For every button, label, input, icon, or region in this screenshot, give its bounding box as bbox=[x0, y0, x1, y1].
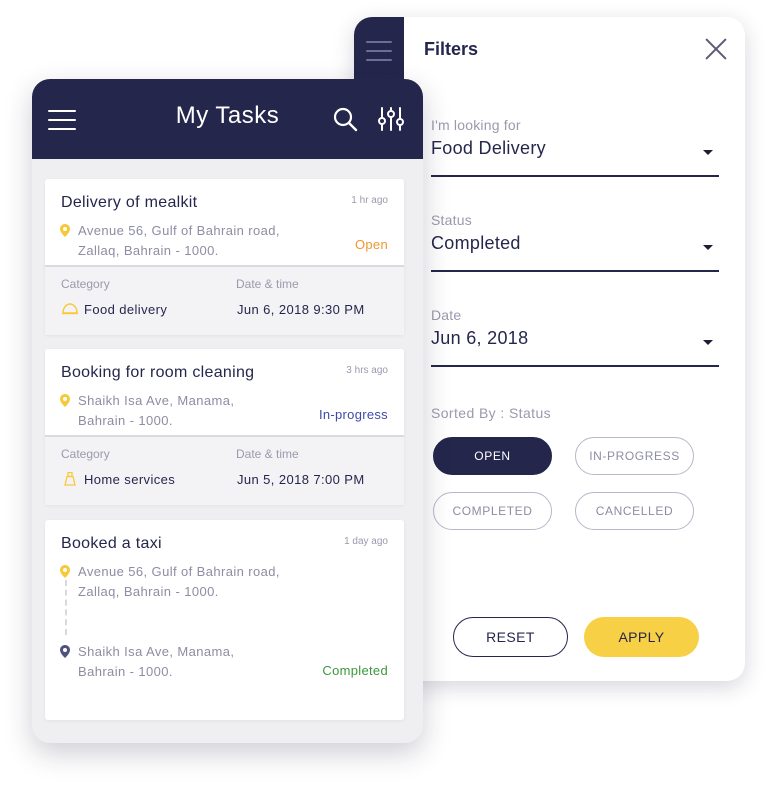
date-value: Jun 6, 2018 bbox=[431, 328, 529, 348]
task-footer: Category Date & time Food delivery Jun 6… bbox=[45, 267, 404, 335]
status-badge: In-progress bbox=[318, 407, 388, 422]
category-label: Category bbox=[61, 447, 110, 461]
location-pin-icon bbox=[60, 394, 70, 407]
task-title: Booking for room cleaning bbox=[61, 364, 255, 381]
category-value: Food delivery bbox=[84, 302, 168, 317]
datetime-value: Jun 6, 2018 9:30 PM bbox=[237, 302, 365, 317]
status-value: Completed bbox=[431, 233, 521, 253]
looking-for-label: I'm looking for bbox=[431, 117, 521, 133]
looking-for-dropdown[interactable]: I'm looking for Food Delivery bbox=[431, 117, 719, 177]
tasks-panel: My Tasks Delivery of mealkit 1 hr ago Av… bbox=[32, 79, 423, 743]
task-time: 3 hrs ago bbox=[346, 365, 388, 376]
status-label: Status bbox=[431, 212, 472, 228]
pickup-address-line: Zallaq, Bahrain - 1000. bbox=[78, 584, 219, 599]
location-pin-icon bbox=[60, 565, 70, 578]
location-pin-icon bbox=[60, 224, 70, 237]
category-label: Category bbox=[61, 277, 110, 291]
sliders-icon[interactable] bbox=[377, 105, 405, 133]
apply-button[interactable]: APPLY bbox=[584, 617, 699, 657]
task-address-line: Avenue 56, Gulf of Bahrain road, bbox=[78, 223, 280, 238]
chip-completed[interactable]: COMPLETED bbox=[433, 492, 552, 530]
reset-button[interactable]: RESET bbox=[453, 617, 568, 657]
cleaning-icon bbox=[64, 472, 76, 486]
datetime-label: Date & time bbox=[236, 447, 299, 461]
datetime-label: Date & time bbox=[236, 277, 299, 291]
task-address-line: Shaikh Isa Ave, Manama, bbox=[78, 393, 235, 408]
tasks-header: My Tasks bbox=[32, 79, 423, 159]
chevron-down-icon bbox=[703, 340, 713, 345]
task-time: 1 day ago bbox=[344, 536, 388, 547]
category-value: Home services bbox=[84, 472, 176, 487]
field-underline bbox=[431, 365, 719, 367]
task-card[interactable]: Booking for room cleaning 3 hrs ago Shai… bbox=[45, 349, 404, 505]
filters-title: Filters bbox=[424, 39, 479, 59]
field-underline bbox=[431, 175, 719, 177]
task-card[interactable]: Booked a taxi 1 day ago Avenue 56, Gulf … bbox=[45, 520, 404, 720]
food-cloche-icon bbox=[62, 303, 78, 315]
search-icon[interactable] bbox=[332, 106, 358, 132]
chevron-down-icon bbox=[703, 245, 713, 250]
location-pin-icon bbox=[60, 645, 70, 658]
menu-icon[interactable] bbox=[366, 41, 392, 61]
chip-in-progress[interactable]: IN-PROGRESS bbox=[575, 437, 694, 475]
field-underline bbox=[431, 270, 719, 272]
date-dropdown[interactable]: Date Jun 6, 2018 bbox=[431, 307, 719, 367]
pickup-address-line: Avenue 56, Gulf of Bahrain road, bbox=[78, 564, 280, 579]
chip-open[interactable]: OPEN bbox=[433, 437, 552, 475]
sorted-by-label: Sorted By : Status bbox=[431, 405, 552, 421]
status-badge: Open bbox=[354, 237, 388, 252]
page-title: My Tasks bbox=[175, 102, 280, 129]
dropoff-address-line: Bahrain - 1000. bbox=[78, 664, 173, 679]
status-badge: Completed bbox=[322, 663, 388, 678]
chevron-down-icon bbox=[703, 150, 713, 155]
looking-for-value: Food Delivery bbox=[431, 138, 546, 158]
close-icon[interactable] bbox=[704, 37, 728, 61]
task-title: Delivery of mealkit bbox=[61, 194, 198, 211]
task-card[interactable]: Delivery of mealkit 1 hr ago Avenue 56, … bbox=[45, 179, 404, 335]
task-title: Booked a taxi bbox=[61, 535, 162, 552]
task-time: 1 hr ago bbox=[351, 195, 388, 206]
dropoff-address-line: Shaikh Isa Ave, Manama, bbox=[78, 644, 235, 659]
datetime-value: Jun 5, 2018 7:00 PM bbox=[237, 472, 365, 487]
route-dashed-line bbox=[65, 580, 67, 635]
date-label: Date bbox=[431, 307, 462, 323]
status-dropdown[interactable]: Status Completed bbox=[431, 212, 719, 272]
chip-cancelled[interactable]: CANCELLED bbox=[575, 492, 694, 530]
task-address-line: Zallaq, Bahrain - 1000. bbox=[78, 243, 219, 258]
task-address-line: Bahrain - 1000. bbox=[78, 413, 173, 428]
task-footer: Category Date & time Home services Jun 5… bbox=[45, 437, 404, 505]
